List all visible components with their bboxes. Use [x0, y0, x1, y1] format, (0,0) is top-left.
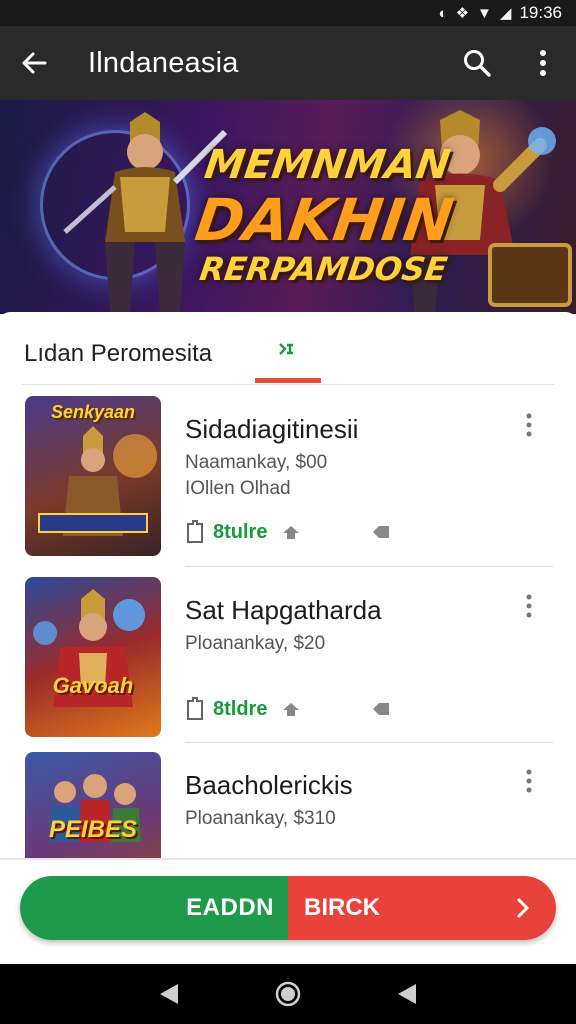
nav-home-icon[interactable]: [275, 981, 301, 1007]
store-label[interactable]: 8tldre: [213, 698, 267, 721]
item-more-button[interactable]: [516, 589, 542, 623]
app-title: Sidadiagitinesii: [185, 414, 359, 444]
tag-icon[interactable]: [371, 524, 391, 540]
tabs-divider: [22, 384, 554, 385]
thumbnail-art-hero: [33, 589, 145, 707]
store-label[interactable]: 8tulre: [213, 521, 267, 544]
back-button[interactable]: [0, 26, 68, 100]
item-more-button[interactable]: [516, 408, 542, 442]
item-more-button[interactable]: [516, 764, 542, 798]
app-subtitle: Ploanankay, $310: [185, 808, 336, 829]
list-item[interactable]: PEIBES Baacholerickis Ploanankay, $310: [0, 752, 576, 860]
status-time: 19:36: [519, 3, 562, 22]
chevron-right-icon: [517, 898, 530, 918]
app-title: Baacholerickis: [185, 770, 353, 800]
cta-right-label: BIRCK: [304, 894, 380, 921]
bookmark-icon[interactable]: [185, 697, 205, 721]
status-bar: ◐ ❖ ▼ ◢ 19:36: [0, 0, 576, 26]
app-detail: IOllen Olhad: [185, 478, 291, 499]
banner-line-2: DAKHIN: [191, 186, 458, 254]
more-vert-icon: [526, 769, 532, 793]
bookmark-icon[interactable]: [185, 520, 205, 544]
cta-right-button[interactable]: BIRCK: [288, 876, 556, 940]
thumbnail-title: Gavoah: [52, 673, 134, 698]
promo-banner[interactable]: MEMNMAN DAKHIN RERPAMDOSE: [0, 100, 576, 314]
search-button[interactable]: [444, 26, 510, 100]
app-thumbnail[interactable]: Senkyaan: [25, 396, 161, 556]
wifi-icon: ▼: [477, 4, 492, 22]
list-item[interactable]: Gavoah Sat Hapgatharda Ploanankay, $20 8…: [0, 577, 576, 757]
banner-line-1: MEMNMAN: [201, 142, 453, 188]
app-title: Sat Hapgatharda: [185, 595, 382, 625]
signal-icon: ◢: [499, 5, 512, 22]
tab-lidan-peromesita[interactable]: Lıdan Peromesita: [24, 340, 212, 368]
row-divider: [185, 566, 553, 567]
item-actions: 8tldre: [185, 697, 391, 721]
page-title: Ilndaneasia: [88, 46, 239, 79]
share-icon[interactable]: [281, 523, 301, 541]
tag-icon[interactable]: [371, 701, 391, 717]
banner-line-3: RERPAMDOSE: [197, 250, 450, 288]
list-item[interactable]: Senkyaan Sidadiagitinesii Naamankay, $00…: [0, 396, 576, 576]
arrow-back-icon: [22, 52, 47, 74]
search-icon: [464, 50, 491, 77]
content-panel: Lıdan Peromesita Senkyaan Sidadiagitines…: [0, 312, 576, 860]
app-thumbnail[interactable]: Gavoah: [25, 577, 161, 737]
more-options-button[interactable]: [510, 26, 576, 100]
system-nav-bar: [0, 964, 576, 1024]
row-divider: [185, 742, 553, 743]
vibrate-icon: ❖: [455, 5, 470, 22]
cta-left-label: EADDN: [186, 894, 274, 921]
nav-recents-icon[interactable]: [396, 982, 418, 1006]
tab-icon-green[interactable]: [278, 342, 296, 356]
tab-active-indicator: [255, 378, 321, 383]
bottom-sheet-divider: [0, 858, 576, 860]
cta-left-button[interactable]: EADDN: [20, 876, 288, 940]
nfc-icon: ◐: [438, 4, 448, 22]
app-subtitle: Ploanankay, $20: [185, 633, 326, 654]
bottom-cta: EADDN BIRCK: [20, 876, 556, 940]
nav-back-icon[interactable]: [158, 982, 180, 1006]
item-actions: 8tulre: [185, 520, 391, 544]
more-vert-icon: [526, 413, 532, 437]
more-vert-icon: [540, 50, 546, 76]
more-vert-icon: [526, 594, 532, 618]
thumbnail-title: Senkyaan: [50, 402, 136, 422]
thumbnail-title: PEIBES: [48, 816, 138, 843]
app-thumbnail[interactable]: PEIBES: [25, 752, 161, 860]
tab-bar: Lıdan Peromesita: [0, 312, 576, 384]
app-subtitle: Naamankay, $00: [185, 452, 328, 473]
app-bar: Ilndaneasia: [0, 26, 576, 100]
share-icon[interactable]: [281, 700, 301, 718]
